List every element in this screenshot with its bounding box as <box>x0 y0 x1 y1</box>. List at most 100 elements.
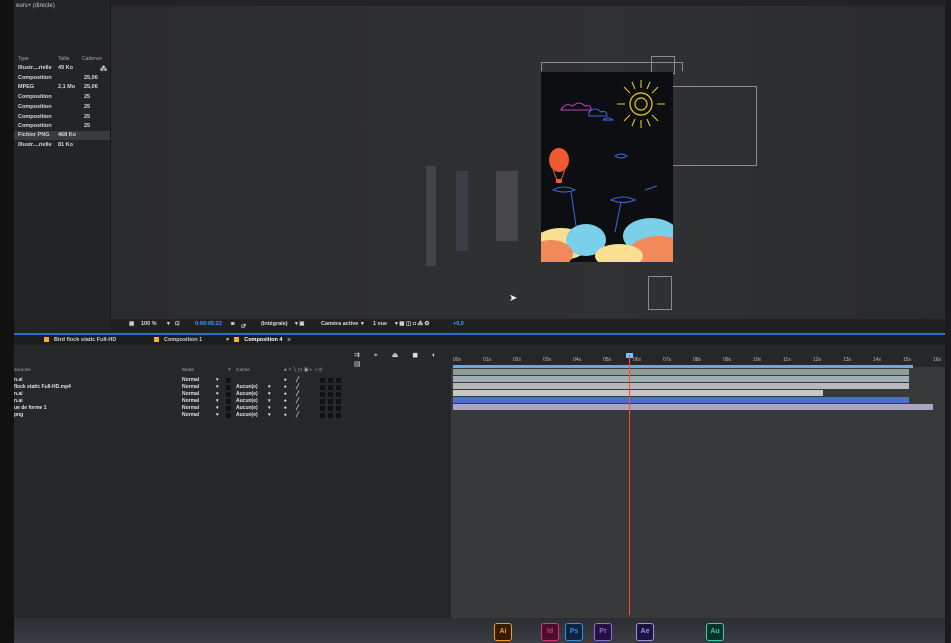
layer-duration-bar[interactable] <box>453 390 823 396</box>
shy-switch-icon[interactable]: ♠ <box>284 391 287 397</box>
chevron-down-icon[interactable]: ▾ <box>268 384 271 390</box>
project-item[interactable]: MPEG 2,1 Mo 25,06 <box>14 83 110 92</box>
switch-box[interactable] <box>328 378 333 383</box>
switch-box[interactable] <box>320 385 325 390</box>
project-item[interactable]: Composition 25 <box>14 122 110 131</box>
preserve-transparency-checkbox[interactable] <box>226 378 231 383</box>
switch-box[interactable] <box>320 406 325 411</box>
project-item[interactable]: Composition 25,06 <box>14 74 110 83</box>
quality-switch-icon[interactable]: ╱ <box>296 384 299 390</box>
chevron-down-icon[interactable]: ▾ <box>268 412 271 418</box>
region-icon[interactable]: ▾ ▣ <box>295 321 305 327</box>
track-matte-dropdown[interactable]: Aucun(e) <box>236 391 258 397</box>
chevron-down-icon[interactable]: ▾ <box>361 321 364 327</box>
quality-switch-icon[interactable]: ╱ <box>296 398 299 404</box>
timeline-layer-row[interactable]: n.ai Normal ▾ Aucun(e) ▾ ♠ ╱ <box>14 391 451 398</box>
tab-composition-4[interactable]: × Composition 4 ≡ <box>226 337 291 343</box>
chevron-down-icon[interactable]: ▾ <box>268 398 271 404</box>
layer-mode-dropdown[interactable]: Normal <box>182 405 199 411</box>
menu-icon[interactable]: ≡ <box>287 337 290 343</box>
layer-duration-bar[interactable] <box>453 404 933 410</box>
dock-app-ai-icon[interactable]: Ai <box>494 623 512 641</box>
time-ruler[interactable]: 00s 01s 02s 03s 04s 05s 06s 07s 08s 09s 10s 11s 12s 1… <box>451 345 945 367</box>
chevron-down-icon[interactable]: ▾ <box>216 398 219 404</box>
switch-box[interactable] <box>320 413 325 418</box>
grid-icon[interactable]: ▦ <box>129 321 134 327</box>
track-matte-dropdown[interactable]: Aucun(e) <box>236 412 258 418</box>
switch-box[interactable] <box>320 392 325 397</box>
layer-mode-dropdown[interactable]: Normal <box>182 398 199 404</box>
timeline-layer-row[interactable]: n.ai Normal ▾ ♠ ╱ <box>14 377 451 384</box>
timeline-switches-icons[interactable]: ⇉ ⌖ ⏏ ◼ ◐ ▤ <box>354 351 451 368</box>
switch-box[interactable] <box>336 406 341 411</box>
quality-switch-icon[interactable]: ╱ <box>296 412 299 418</box>
quality-switch-icon[interactable]: ╱ <box>296 377 299 383</box>
column-track-matte-t[interactable]: T <box>228 368 231 373</box>
project-item[interactable]: Composition 25 <box>14 103 110 112</box>
chevron-down-icon[interactable]: ▾ <box>216 412 219 418</box>
switch-box[interactable] <box>336 392 341 397</box>
preserve-transparency-checkbox[interactable] <box>226 406 231 411</box>
shy-switch-icon[interactable]: ♠ <box>284 377 287 383</box>
snapshot-icon[interactable]: ◙ <box>231 321 234 327</box>
switch-box[interactable] <box>336 399 341 404</box>
preserve-transparency-checkbox[interactable] <box>226 413 231 418</box>
viewer-options-icons[interactable]: ▾ ▦ ◫ ◘ ⁂ ✪ <box>395 321 429 327</box>
timeline-layer-row[interactable]: n.ai Normal ▾ Aucun(e) ▾ ♠ ╱ <box>14 398 451 405</box>
quality-switch-icon[interactable]: ╱ <box>296 391 299 397</box>
switch-box[interactable] <box>328 392 333 397</box>
layer-mode-dropdown[interactable]: Normal <box>182 412 199 418</box>
chevron-down-icon[interactable]: ▾ <box>167 321 170 327</box>
shy-switch-icon[interactable]: ♠ <box>284 398 287 404</box>
current-time-indicator[interactable] <box>629 355 630 615</box>
track-matte-dropdown[interactable]: Aucun(e) <box>236 405 258 411</box>
preserve-transparency-checkbox[interactable] <box>226 399 231 404</box>
switch-box[interactable] <box>336 413 341 418</box>
chevron-down-icon[interactable]: ▾ <box>216 391 219 397</box>
layer-mode-dropdown[interactable]: Normal <box>182 391 199 397</box>
layer-duration-bar[interactable] <box>453 376 909 382</box>
column-size[interactable]: Taille <box>58 56 69 62</box>
chevron-down-icon[interactable]: ▾ <box>216 384 219 390</box>
dock-app-pr-icon[interactable]: Pr <box>594 623 612 641</box>
preserve-transparency-checkbox[interactable] <box>226 392 231 397</box>
switch-box[interactable] <box>320 378 325 383</box>
chevron-down-icon[interactable]: ▾ <box>216 405 219 411</box>
layer-duration-bar[interactable] <box>453 383 909 389</box>
column-rate[interactable]: Cadence <box>82 56 102 62</box>
shy-switch-icon[interactable]: ♠ <box>284 412 287 418</box>
tab-composition-1[interactable]: Composition 1 <box>154 337 202 343</box>
track-matte-dropdown[interactable]: Aucun(e) <box>236 398 258 404</box>
timeline-layer-row[interactable]: ue de forme 1 Normal ▾ Aucun(e) ▾ ♠ ╱ <box>14 405 451 412</box>
safe-zones-icon[interactable]: ⊡ <box>175 321 180 327</box>
switch-box[interactable] <box>328 406 333 411</box>
switch-box[interactable] <box>328 413 333 418</box>
layer-mode-dropdown[interactable]: Normal <box>182 377 199 383</box>
views-dropdown[interactable]: 1 vue <box>373 321 387 327</box>
project-item[interactable]: Illustr....rielle 81 Ko <box>14 141 110 150</box>
switch-box[interactable] <box>320 399 325 404</box>
project-item[interactable]: Composition 25 <box>14 93 110 102</box>
timeline-graph[interactable]: 00s 01s 02s 03s 04s 05s 06s 07s 08s 09s 10s 11s 12s 1… <box>451 345 945 643</box>
switch-box[interactable] <box>328 399 333 404</box>
preserve-transparency-checkbox[interactable] <box>226 385 231 390</box>
zoom-dropdown[interactable]: 100 % <box>141 321 157 327</box>
work-area-bar[interactable] <box>453 365 913 368</box>
project-item-selected[interactable]: Fichier PNG 468 Ko <box>14 131 110 140</box>
switch-box[interactable] <box>328 385 333 390</box>
exposure-value[interactable]: +0,0 <box>453 321 464 327</box>
shy-switch-icon[interactable]: ♠ <box>284 384 287 390</box>
dock-app-ps-icon[interactable]: Ps <box>565 623 583 641</box>
column-track-matte[interactable]: Cache <box>236 368 250 373</box>
chevron-down-icon[interactable]: ▾ <box>268 405 271 411</box>
timeline-layer-row[interactable]: flock static Full-HD.mp4 Normal ▾ Aucun(e) ▾… <box>14 384 451 391</box>
quality-switch-icon[interactable]: ╱ <box>296 405 299 411</box>
dock-app-au-icon[interactable]: Au <box>706 623 724 641</box>
resolution-dropdown[interactable]: (Intégrale) <box>261 321 288 327</box>
chevron-down-icon[interactable]: ▾ <box>216 377 219 383</box>
dock-app-ae-icon[interactable]: Ae <box>636 623 654 641</box>
composition-viewer[interactable]: ➤ <box>111 6 945 322</box>
project-item[interactable]: Illustr....rielle 49 Ko ⁂ <box>14 64 110 73</box>
column-mode[interactable]: Mode <box>182 368 194 373</box>
project-item[interactable]: Composition 25 <box>14 113 110 122</box>
